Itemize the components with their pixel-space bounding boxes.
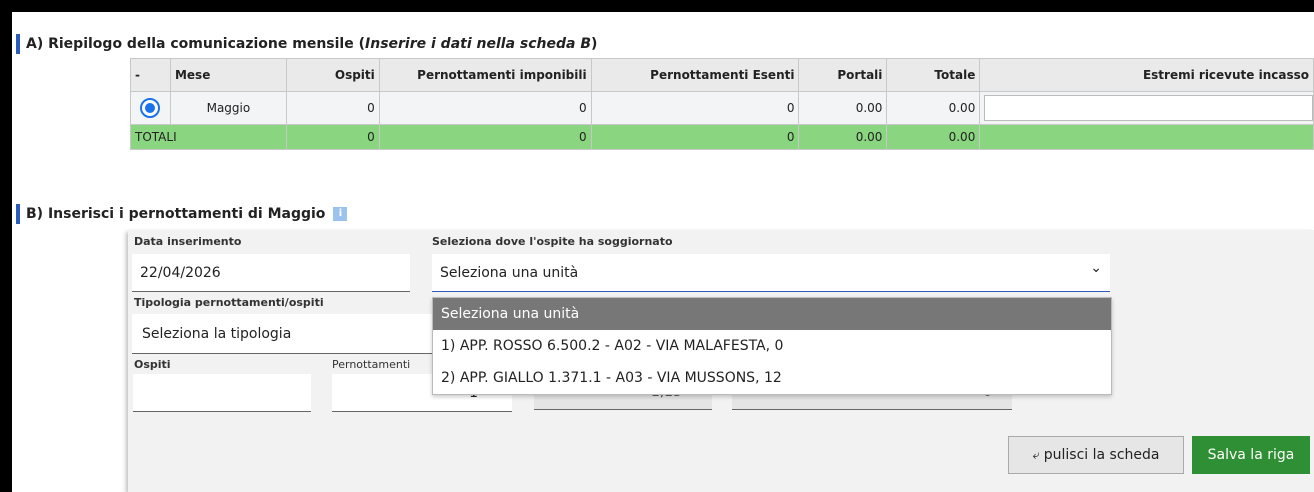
totals-totale: 0.00: [886, 124, 981, 150]
table-row: Maggio 0 0 0 0.00 0.00: [130, 91, 1314, 125]
section-a-title-suffix: ): [591, 36, 598, 52]
col-header-select: -: [130, 58, 171, 92]
reply-icon: ⤶: [1032, 447, 1040, 463]
incasso-input[interactable]: [984, 95, 1313, 121]
month-radio[interactable]: [140, 98, 161, 118]
section-b-title-text: B) Inserisci i pernottamenti di Maggio: [26, 206, 326, 222]
totals-ospiti: 0: [285, 124, 380, 150]
ospiti-input[interactable]: [133, 374, 311, 412]
unita-dropdown: Seleziona una unità 1) APP. ROSSO 6.500.…: [432, 297, 1112, 395]
unita-label: Seleziona dove l'ospite ha soggiornato: [432, 235, 673, 248]
clear-form-button[interactable]: ⤶ pulisci la scheda: [1008, 436, 1184, 474]
row-portali: 0.00: [798, 91, 888, 125]
section-a-marker: [16, 34, 20, 54]
info-icon[interactable]: i: [333, 207, 348, 221]
section-a-title: A) Riepilogo della comunicazione mensile…: [16, 34, 597, 54]
totals-imponibili: 0: [378, 124, 592, 150]
col-header-mese: Mese: [169, 58, 287, 92]
row-ospiti: 0: [285, 91, 380, 125]
col-header-esenti: Pernottamenti Esenti: [590, 58, 800, 92]
clear-form-label: pulisci la scheda: [1043, 447, 1160, 463]
chevron-down-icon: ⌄: [1090, 260, 1102, 276]
row-imponibili: 0: [378, 91, 592, 125]
tipologia-label: Tipologia pernottamenti/ospiti: [134, 296, 324, 309]
section-b-title: B) Inserisci i pernottamenti di Maggio i: [16, 204, 348, 224]
row-esenti: 0: [590, 91, 800, 125]
totals-portali: 0.00: [798, 124, 888, 150]
table-header-row: - Mese Ospiti Pernottamenti imponibili P…: [130, 58, 1314, 92]
tipologia-select[interactable]: Seleziona la tipologia: [132, 314, 432, 354]
col-header-totale: Totale: [886, 58, 981, 92]
totals-esenti: 0: [590, 124, 800, 150]
col-header-incasso: Estremi ricevute incasso: [979, 58, 1314, 92]
save-row-button[interactable]: Salva la riga: [1192, 436, 1310, 474]
ospiti-label: Ospiti: [134, 358, 171, 371]
unita-select[interactable]: Seleziona una unità ⌄: [432, 254, 1110, 292]
section-a-title-prefix: A) Riepilogo della comunicazione mensile…: [26, 36, 366, 52]
page: A) Riepilogo della comunicazione mensile…: [12, 12, 1314, 492]
col-header-imponibili: Pernottamenti imponibili: [378, 58, 592, 92]
totals-row: TOTALI 0 0 0 0.00 0.00: [130, 124, 1314, 150]
dropdown-option[interactable]: Seleziona una unità: [433, 298, 1111, 330]
unita-select-value: Seleziona una unità: [440, 264, 579, 281]
pernottamenti-label: Pernottamenti: [332, 358, 411, 371]
col-header-portali: Portali: [798, 58, 888, 92]
row-mese: Maggio: [169, 91, 287, 125]
row-incasso-cell: [979, 91, 1314, 125]
row-totale: 0.00: [886, 91, 981, 125]
section-a-title-italic: Inserire i dati nella scheda B: [365, 36, 591, 52]
col-header-ospiti: Ospiti: [285, 58, 380, 92]
data-inserimento-input[interactable]: 22/04/2026: [132, 254, 410, 292]
data-inserimento-label: Data inserimento: [134, 235, 242, 248]
summary-table: - Mese Ospiti Pernottamenti imponibili P…: [130, 58, 1314, 150]
totals-incasso: [979, 124, 1314, 150]
section-b-marker: [16, 204, 20, 224]
dropdown-option[interactable]: 1) APP. ROSSO 6.500.2 - A02 - VIA MALAFE…: [433, 330, 1111, 362]
dropdown-option[interactable]: 2) APP. GIALLO 1.371.1 - A03 - VIA MUSSO…: [433, 362, 1111, 394]
row-radio-cell[interactable]: [130, 91, 171, 125]
totals-label: TOTALI: [130, 124, 287, 150]
